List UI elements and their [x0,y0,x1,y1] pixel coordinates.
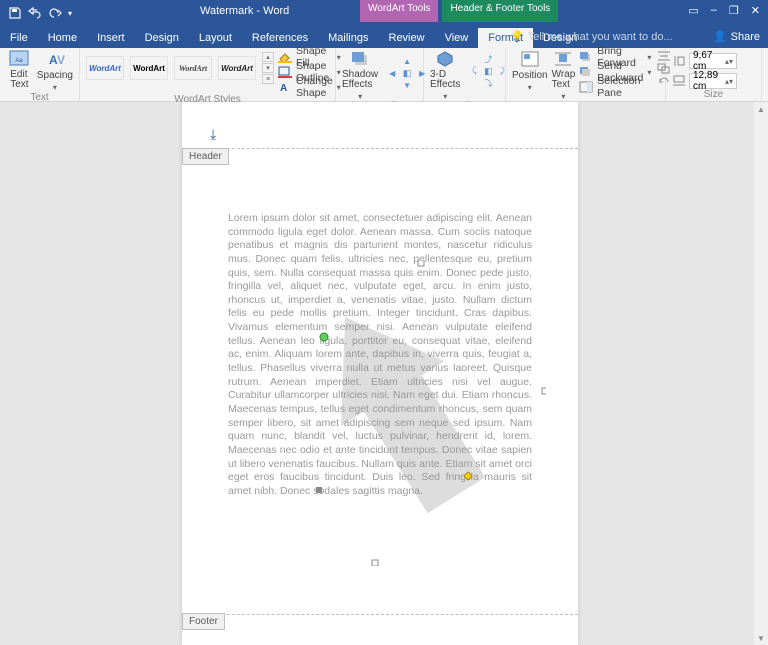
chevron-down-icon: ▾ [528,83,532,92]
document-area: ⤓ Header Lorem ipsum dolor sit amet, con… [0,102,768,645]
wordart-style-2[interactable]: WordArt [130,56,168,80]
minimize-icon[interactable]: – [711,4,717,17]
body-text: Lorem ipsum dolor sit amet, consectetuer… [228,212,532,498]
undo-icon[interactable] [28,6,42,20]
save-icon[interactable] [8,6,22,20]
tab-layout[interactable]: Layout [189,28,242,48]
close-icon[interactable]: ✕ [751,4,760,17]
qat-dropdown-icon[interactable]: ▾ [68,9,72,18]
selection-pane-icon [579,81,593,93]
group-3d-effects: 3-D Effects ▾ ⤴ ⤹ ◧ ⤸ ⤵ 3-D Effects [424,48,506,101]
group-arrange: Position ▾ Wrap Text ▾ Bring Forward▾ Se… [506,48,666,101]
group-text: Aa Edit Text AV Spacing ▾ Text [0,48,80,101]
lightbulb-icon: 💡 [510,30,524,43]
tab-file[interactable]: File [0,28,38,48]
window-title: Watermark - Word [200,5,289,17]
footer-label: Footer [182,613,225,630]
send-backward-icon [579,66,593,78]
spacing-button[interactable]: AV Spacing ▾ [37,50,73,92]
contextual-tabs: WordArt Tools Header & Footer Tools [360,0,558,22]
vertical-scrollbar[interactable]: ▲ ▼ [754,102,768,645]
selection-pane-button[interactable]: Selection Pane [579,80,651,94]
chevron-down-icon: ▾ [443,92,447,101]
ribbon-tabs: File Home Insert Design Layout Reference… [0,26,768,48]
tab-design[interactable]: Design [135,28,189,48]
width-icon [672,75,686,87]
chevron-down-icon: ▾ [561,92,565,101]
anchor-icon: ⤓ [210,126,216,143]
tab-insert[interactable]: Insert [87,28,135,48]
tab-view[interactable]: View [435,28,479,48]
tab-review[interactable]: Review [379,28,435,48]
ribbon: Aa Edit Text AV Spacing ▾ Text WordArt W… [0,48,768,102]
change-shape-button[interactable]: A Change Shape ▾ [278,80,341,94]
wordart-style-1[interactable]: WordArt [86,56,124,80]
tell-me-search[interactable]: 💡 Tell me what you want to do... [510,30,673,43]
redo-icon[interactable] [48,6,62,20]
edit-text-button[interactable]: Aa Edit Text [6,50,33,90]
height-input[interactable]: 9,67 cm▴▾ [689,53,737,69]
3d-effects-button[interactable]: 3-D Effects ▾ [430,50,460,101]
header-label: Header [182,148,229,165]
group-wordart-styles: WordArt WordArt WordArt WordArt ▴ ▾ ≡ Sh… [80,48,336,101]
wordart-tools-context: WordArt Tools [360,0,438,22]
wrap-text-button[interactable]: Wrap Text ▾ [552,50,576,101]
window-controls: ▭ – ❐ ✕ [688,4,760,17]
share-button[interactable]: 👤 Share [713,30,760,43]
position-button[interactable]: Position ▾ [512,50,548,92]
share-icon: 👤 [713,30,727,43]
height-icon [672,55,686,67]
scroll-down-icon[interactable]: ▼ [754,631,768,645]
group-size: 9,67 cm▴▾ 12,89 cm▴▾ Size [666,48,762,101]
chevron-down-icon: ▾ [358,92,362,101]
wordart-style-3[interactable]: WordArt [174,56,212,80]
chevron-down-icon: ▾ [53,83,57,92]
svg-text:A: A [280,83,287,93]
shadow-effects-button[interactable]: Shadow Effects ▾ [342,50,378,101]
svg-text:V: V [57,53,65,67]
header-boundary [182,148,578,149]
gallery-more-icon[interactable]: ≡ [262,74,274,84]
tab-home[interactable]: Home [38,28,87,48]
footer-boundary [182,614,578,615]
gallery-down-icon[interactable]: ▾ [262,63,274,73]
scroll-up-icon[interactable]: ▲ [754,102,768,116]
pencil-outline-icon [278,66,292,78]
group-shadow-effects: Shadow Effects ▾ ▲ ◀ ◧ ▶ ▼ Shadow Effect… [336,48,424,101]
wordart-style-4[interactable]: WordArt [218,56,256,80]
wordart-gallery[interactable]: WordArt WordArt WordArt WordArt ▴ ▾ ≡ [86,50,274,82]
change-shape-icon: A [278,81,292,93]
header-footer-tools-context: Header & Footer Tools [442,0,558,22]
maximize-icon[interactable]: ❐ [729,4,739,17]
quick-access-toolbar: ▾ [0,6,80,20]
svg-text:Aa: Aa [16,58,24,64]
bring-forward-icon [579,51,593,63]
gallery-up-icon[interactable]: ▴ [262,52,274,62]
paint-bucket-icon [278,51,292,63]
width-input[interactable]: 12,89 cm▴▾ [689,73,737,89]
ribbon-display-options-icon[interactable]: ▭ [688,4,698,17]
titlebar: ▾ Watermark - Word WordArt Tools Header … [0,0,768,26]
